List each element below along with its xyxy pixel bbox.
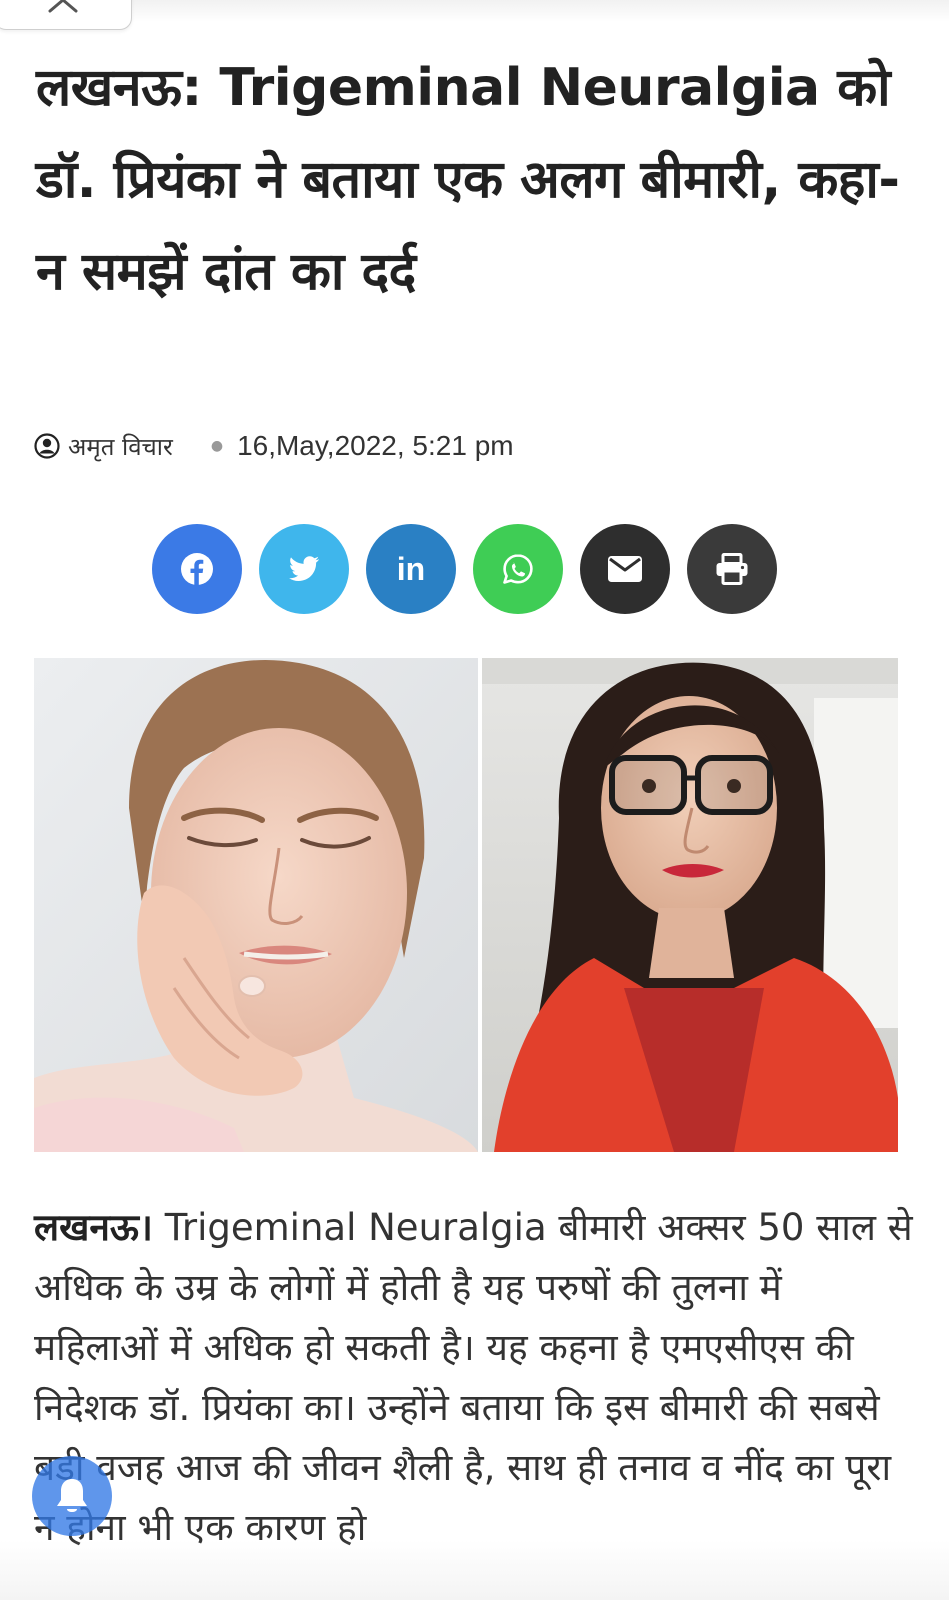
chevron-up-icon bbox=[48, 0, 78, 13]
bell-icon bbox=[57, 1479, 87, 1512]
user-circle-icon bbox=[34, 433, 60, 459]
whatsapp-share-button[interactable] bbox=[473, 524, 563, 614]
doctor-portrait-photo bbox=[482, 658, 898, 1152]
article-image[interactable] bbox=[34, 658, 898, 1152]
linkedin-share-button[interactable]: in bbox=[366, 524, 456, 614]
article-body: लखनऊ। Trigeminal Neuralgia बीमारी अक्सर … bbox=[34, 1198, 914, 1558]
bottom-fade bbox=[0, 1540, 949, 1600]
article-meta: अमृत विचार ● 16,May,2022, 5:21 pm bbox=[34, 428, 514, 464]
woman-toothache-photo bbox=[34, 658, 478, 1152]
publish-date: 16,May,2022, 5:21 pm bbox=[237, 430, 514, 461]
envelope-icon bbox=[608, 556, 642, 582]
print-share-button[interactable] bbox=[687, 524, 777, 614]
email-share-button[interactable] bbox=[580, 524, 670, 614]
printer-icon bbox=[716, 553, 748, 585]
article-title: लखनऊ: Trigeminal Neuralgia को डॉ. प्रियं… bbox=[36, 58, 900, 302]
author-name[interactable]: अमृत विचार bbox=[68, 430, 173, 463]
whatsapp-icon bbox=[503, 554, 533, 584]
facebook-icon bbox=[181, 553, 213, 585]
notification-button[interactable] bbox=[32, 1456, 112, 1536]
article-body-lead: लखनऊ। bbox=[34, 1206, 153, 1249]
meta-separator: ● bbox=[210, 438, 224, 454]
facebook-share-button[interactable] bbox=[152, 524, 242, 614]
twitter-share-button[interactable] bbox=[259, 524, 349, 614]
linkedin-icon: in bbox=[396, 550, 426, 587]
article-body-text: Trigeminal Neuralgia बीमारी अक्सर 50 साल… bbox=[34, 1206, 913, 1549]
top-bar-shade bbox=[132, 0, 949, 22]
share-buttons: in bbox=[152, 524, 777, 614]
twitter-icon bbox=[289, 556, 320, 581]
collapse-tab[interactable] bbox=[0, 0, 132, 30]
